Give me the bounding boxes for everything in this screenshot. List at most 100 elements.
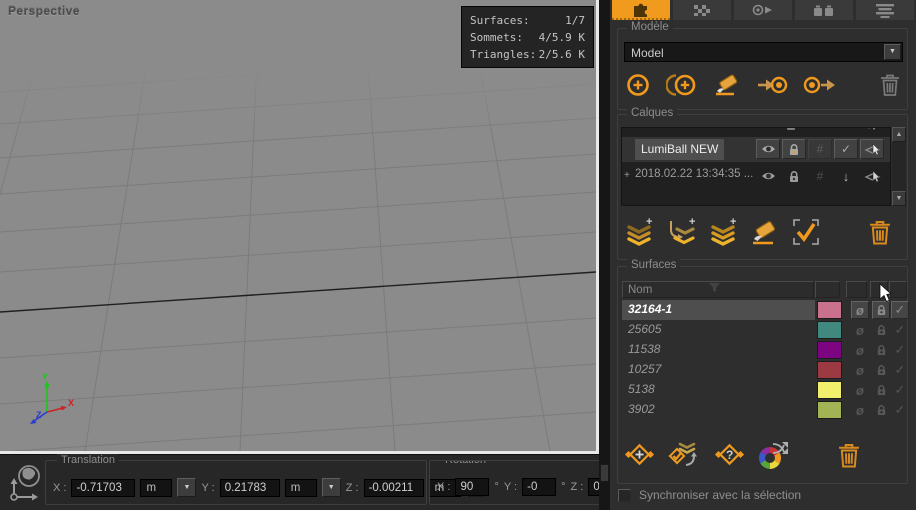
random-colors-button[interactable]	[758, 439, 794, 471]
import-to-model-button[interactable]	[756, 72, 788, 98]
pick-arrow-icon[interactable]	[860, 139, 884, 159]
check-icon[interactable]: ✓	[891, 381, 909, 399]
check-all-layers-button[interactable]	[792, 218, 820, 246]
add-model-button[interactable]	[624, 71, 652, 99]
rotation-y-input[interactable]: -0	[522, 478, 556, 496]
export-from-model-button[interactable]	[802, 72, 836, 98]
add-layer-copy-button[interactable]: +	[708, 217, 738, 247]
surface-color-swatch[interactable]	[817, 401, 842, 419]
translation-y-input[interactable]: 0.21783	[220, 479, 280, 497]
filter-funnel-icon	[709, 283, 721, 293]
move-down-icon[interactable]: ↓	[834, 166, 858, 186]
rename-layer-button[interactable]	[749, 217, 781, 247]
tab-animation[interactable]	[734, 0, 792, 20]
assign-surface-button[interactable]	[668, 440, 702, 470]
tree-expander[interactable]: +	[624, 170, 630, 181]
puzzle-icon	[631, 0, 651, 18]
hidden-eye-icon[interactable]: ø	[851, 341, 869, 359]
export-from-model-icon	[802, 72, 836, 98]
add-sublayer-button[interactable]: +	[665, 217, 697, 247]
check-icon[interactable]: ✓	[891, 341, 909, 359]
visibility-eye-icon[interactable]	[756, 139, 780, 159]
visibility-eye-icon[interactable]	[756, 166, 780, 186]
add-surface-button[interactable]	[624, 440, 656, 470]
tab-model[interactable]	[612, 0, 670, 20]
rotation-x-input[interactable]: 90	[455, 478, 489, 496]
surface-row[interactable]: 5138 ø ✓	[620, 380, 907, 400]
translation-y-unit[interactable]: m	[285, 479, 317, 497]
lock-icon[interactable]	[872, 361, 890, 379]
layers-scrollbar[interactable]: ▲ ▼	[892, 127, 906, 206]
lock-icon[interactable]	[782, 139, 806, 159]
translation-y-unit-dropdown[interactable]: ▼	[322, 478, 341, 497]
surface-row[interactable]: 32164-1 ø ✓	[620, 300, 907, 320]
tab-list[interactable]	[856, 0, 914, 20]
visibility-eye-icon[interactable]	[753, 127, 777, 134]
check-icon[interactable]: ✓	[891, 301, 909, 319]
surface-row[interactable]: 10257 ø ✓	[620, 360, 907, 380]
surface-color-swatch[interactable]	[817, 361, 842, 379]
layer-row-dated[interactable]: + 2018.02.22 13:34:35 ... # ↓	[622, 164, 890, 189]
surfaces-visibility-column-header[interactable]	[846, 281, 867, 298]
hash-icon[interactable]: #	[808, 139, 832, 159]
delete-model-button[interactable]	[880, 73, 900, 97]
translation-x-unit-dropdown[interactable]: ▼	[177, 478, 196, 497]
surface-row[interactable]: 11538 ø ✓	[620, 340, 907, 360]
hidden-eye-icon[interactable]: ø	[851, 321, 869, 339]
model-group: Modèle Model ▼	[617, 28, 908, 110]
hidden-eye-icon[interactable]: ø	[851, 301, 869, 319]
model-select-dropdown[interactable]: Model ▼	[624, 42, 903, 62]
tab-materials[interactable]	[673, 0, 731, 20]
lock-icon[interactable]	[872, 301, 890, 319]
scroll-down-button[interactable]: ▼	[892, 191, 906, 206]
hidden-eye-icon[interactable]: ø	[851, 401, 869, 419]
lock-icon[interactable]	[779, 127, 803, 134]
pick-arrow-icon[interactable]	[857, 127, 881, 134]
translation-x-input[interactable]: -0.71703	[71, 479, 135, 497]
layer-row-clipped[interactable]: UBM Car	[622, 127, 890, 136]
translation-z-input[interactable]: -0.00211	[364, 479, 424, 497]
translation-x-unit[interactable]: m	[140, 479, 172, 497]
world-coordinates-icon[interactable]	[5, 461, 45, 505]
check-icon[interactable]: ✓	[891, 361, 909, 379]
duplicate-model-icon	[666, 71, 698, 99]
surface-name: 3902	[622, 400, 815, 420]
layer-row-lumiball[interactable]: LumiBall NEW # ✓	[622, 137, 890, 162]
hash-icon[interactable]: #	[808, 166, 832, 186]
checkerboard-icon	[693, 3, 711, 17]
tab-resources[interactable]	[795, 0, 853, 20]
surface-row[interactable]: 3902 ø ✓	[620, 400, 907, 420]
check-icon[interactable]: ✓	[891, 401, 909, 419]
lock-icon[interactable]	[872, 321, 890, 339]
hidden-eye-icon[interactable]: ø	[851, 381, 869, 399]
translation-x-label: X :	[53, 482, 66, 494]
surface-color-swatch[interactable]	[817, 301, 842, 319]
lock-icon[interactable]	[872, 381, 890, 399]
hidden-eye-icon[interactable]: ø	[851, 361, 869, 379]
model-dropdown-arrow[interactable]: ▼	[884, 44, 901, 60]
pick-arrow-icon[interactable]	[860, 166, 884, 186]
surfaces-name-column-header[interactable]: Nom	[622, 281, 814, 298]
duplicate-model-button[interactable]	[666, 71, 698, 99]
surfaces-color-column-header[interactable]	[815, 281, 840, 298]
sync-selection-checkbox[interactable]	[618, 489, 631, 502]
surface-help-button[interactable]: ?	[714, 440, 746, 470]
check-icon[interactable]: ✓	[891, 321, 909, 339]
rename-model-button[interactable]	[712, 71, 742, 99]
surface-color-swatch[interactable]	[817, 341, 842, 359]
import-to-model-icon	[756, 72, 788, 98]
lock-icon[interactable]	[872, 401, 890, 419]
delete-surface-button[interactable]	[838, 442, 860, 469]
check-icon[interactable]: ✓	[834, 139, 858, 159]
scroll-up-button[interactable]: ▲	[892, 127, 906, 142]
surface-color-swatch[interactable]	[817, 321, 842, 339]
lock-icon[interactable]	[782, 166, 806, 186]
add-layer-button[interactable]: +	[624, 217, 654, 247]
divider-handle[interactable]	[600, 464, 609, 482]
axis-gizmo: Y X Z	[16, 370, 80, 432]
delete-layer-button[interactable]	[869, 219, 891, 246]
surface-color-swatch[interactable]	[817, 381, 842, 399]
surface-row[interactable]: 25605 ø ✓	[620, 320, 907, 340]
3d-viewport[interactable]: Perspective Surfaces: 1/7 Sommets: 4/5.9…	[0, 0, 599, 454]
lock-icon[interactable]	[872, 341, 890, 359]
